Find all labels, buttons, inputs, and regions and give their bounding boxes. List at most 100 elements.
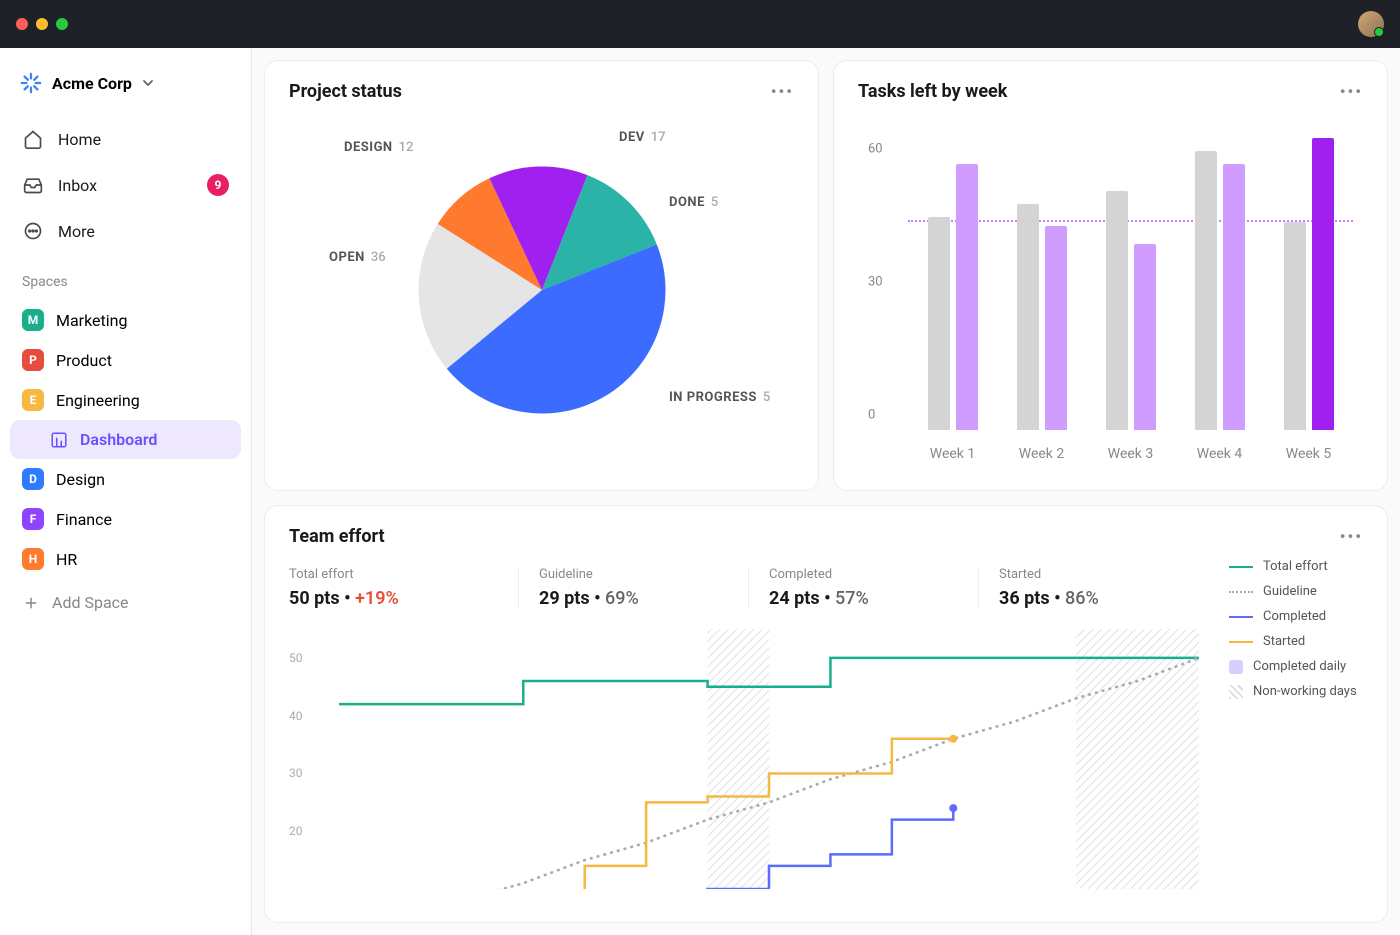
metric-guideline: Guideline 29 pts • 69% [519,567,749,609]
bar-group [1195,120,1245,430]
space-label: Engineering [56,391,140,410]
main-content: Project status ••• OPEN 36DESIGN 12DEV 1… [252,48,1400,935]
bar [956,164,978,430]
workspace-switcher[interactable]: Acme Corp [10,64,241,102]
nav-home-label: Home [58,130,101,149]
tasks-left-title: Tasks left by week [858,81,1007,102]
window-controls [16,18,68,30]
x-tick-label: Week 5 [1286,446,1332,462]
plus-icon [22,594,40,612]
y-tick-label: 60 [868,142,883,157]
avatar[interactable] [1358,11,1384,37]
space-label: Finance [56,510,112,529]
y-tick-label: 40 [289,709,303,723]
metric-total-effort: Total effort 50 pts • +19% [289,567,519,609]
bar [1045,226,1067,430]
x-tick-label: Week 4 [1197,446,1243,462]
chevron-down-icon [142,77,154,89]
bar [928,217,950,430]
y-tick-label: 30 [868,275,883,290]
sidebar-dashboard[interactable]: Dashboard [10,420,241,459]
nav-inbox[interactable]: Inbox 9 [10,164,241,206]
maximize-window-button[interactable] [56,18,68,30]
bar [1284,222,1306,430]
legend-item: Started [1229,634,1363,649]
pie-label-design: DESIGN 12 [344,140,413,155]
pie-label-done: DONE 5 [669,195,718,210]
workspace-name: Acme Corp [52,74,132,93]
bar [1223,164,1245,430]
metric-completed: Completed 24 pts • 57% [749,567,979,609]
bar [1134,244,1156,430]
space-item-finance[interactable]: F Finance [10,499,241,539]
space-item-engineering[interactable]: E Engineering [10,380,241,420]
add-space-button[interactable]: Add Space [10,583,241,622]
space-item-design[interactable]: D Design [10,459,241,499]
nav-home[interactable]: Home [10,118,241,160]
legend-item: Completed [1229,609,1363,624]
line-endpoint [949,804,957,812]
space-label: Design [56,470,105,489]
space-icon: P [22,349,44,371]
space-icon: D [22,468,44,490]
team-effort-metrics: Total effort 50 pts • +19% Guideline 29 … [289,567,1209,609]
metric-label: Completed [769,567,958,582]
legend-item: Non-working days [1229,684,1363,699]
space-icon: E [22,389,44,411]
space-icon: M [22,309,44,331]
metric-label: Guideline [539,567,728,582]
space-icon: H [22,548,44,570]
legend-item: Total effort [1229,559,1363,574]
more-icon [22,220,44,242]
pie-label-in-progress: IN PROGRESS 5 [669,390,770,405]
non-working-band [708,629,769,889]
space-icon: F [22,508,44,530]
non-working-band [1076,629,1199,889]
legend-item: Completed daily [1229,659,1363,674]
nav-more-label: More [58,222,95,241]
tasks-left-more-button[interactable]: ••• [1340,82,1363,101]
inbox-icon [22,174,44,196]
dashboard-icon [50,431,68,449]
project-status-card: Project status ••• OPEN 36DESIGN 12DEV 1… [264,60,819,491]
dashboard-label: Dashboard [80,430,157,449]
sidebar: Acme Corp Home Inbox 9 More Spaces M Mark… [0,48,252,935]
nav-inbox-label: Inbox [58,176,97,195]
x-tick-label: Week 3 [1108,446,1154,462]
nav-more[interactable]: More [10,210,241,252]
y-tick-label: 20 [289,824,303,838]
space-item-hr[interactable]: H HR [10,539,241,579]
spaces-section-label: Spaces [10,256,241,296]
line-endpoint [949,735,957,743]
tasks-left-chart: 03060 Week 1Week 2Week 3Week 4Week 5 [858,110,1363,470]
team-effort-card: Team effort ••• Total effort 50 pts • +1… [264,505,1388,923]
close-window-button[interactable] [16,18,28,30]
space-label: HR [56,550,77,569]
bar [1312,138,1334,430]
x-tick-label: Week 1 [930,446,976,462]
project-status-more-button[interactable]: ••• [771,82,794,101]
space-item-marketing[interactable]: M Marketing [10,300,241,340]
y-tick-label: 0 [868,408,875,423]
bar-group [1017,120,1067,430]
titlebar [0,0,1400,48]
team-effort-chart: 20 30 40 50 [289,629,1209,889]
metric-label: Total effort [289,567,498,582]
bar-group [1106,120,1156,430]
tasks-left-card: Tasks left by week ••• 0 30 60 Week 1 Week … [833,60,1388,491]
space-label: Marketing [56,311,127,330]
y-tick-label: 30 [289,766,303,780]
team-effort-more-button[interactable]: ••• [1340,527,1363,546]
y-tick-label: 50 [289,651,303,665]
metric-started: Started 36 pts • 86% [979,567,1209,609]
pie-label-dev: DEV 17 [619,130,666,145]
pie-label-open: OPEN 36 [329,250,386,265]
metric-label: Started [999,567,1189,582]
legend-item: Guideline [1229,584,1363,599]
bar [1106,191,1128,430]
bar [1017,204,1039,430]
workspace-logo-icon [20,72,42,94]
inbox-badge: 9 [207,174,229,196]
space-item-product[interactable]: PProduct [10,340,241,380]
minimize-window-button[interactable] [36,18,48,30]
